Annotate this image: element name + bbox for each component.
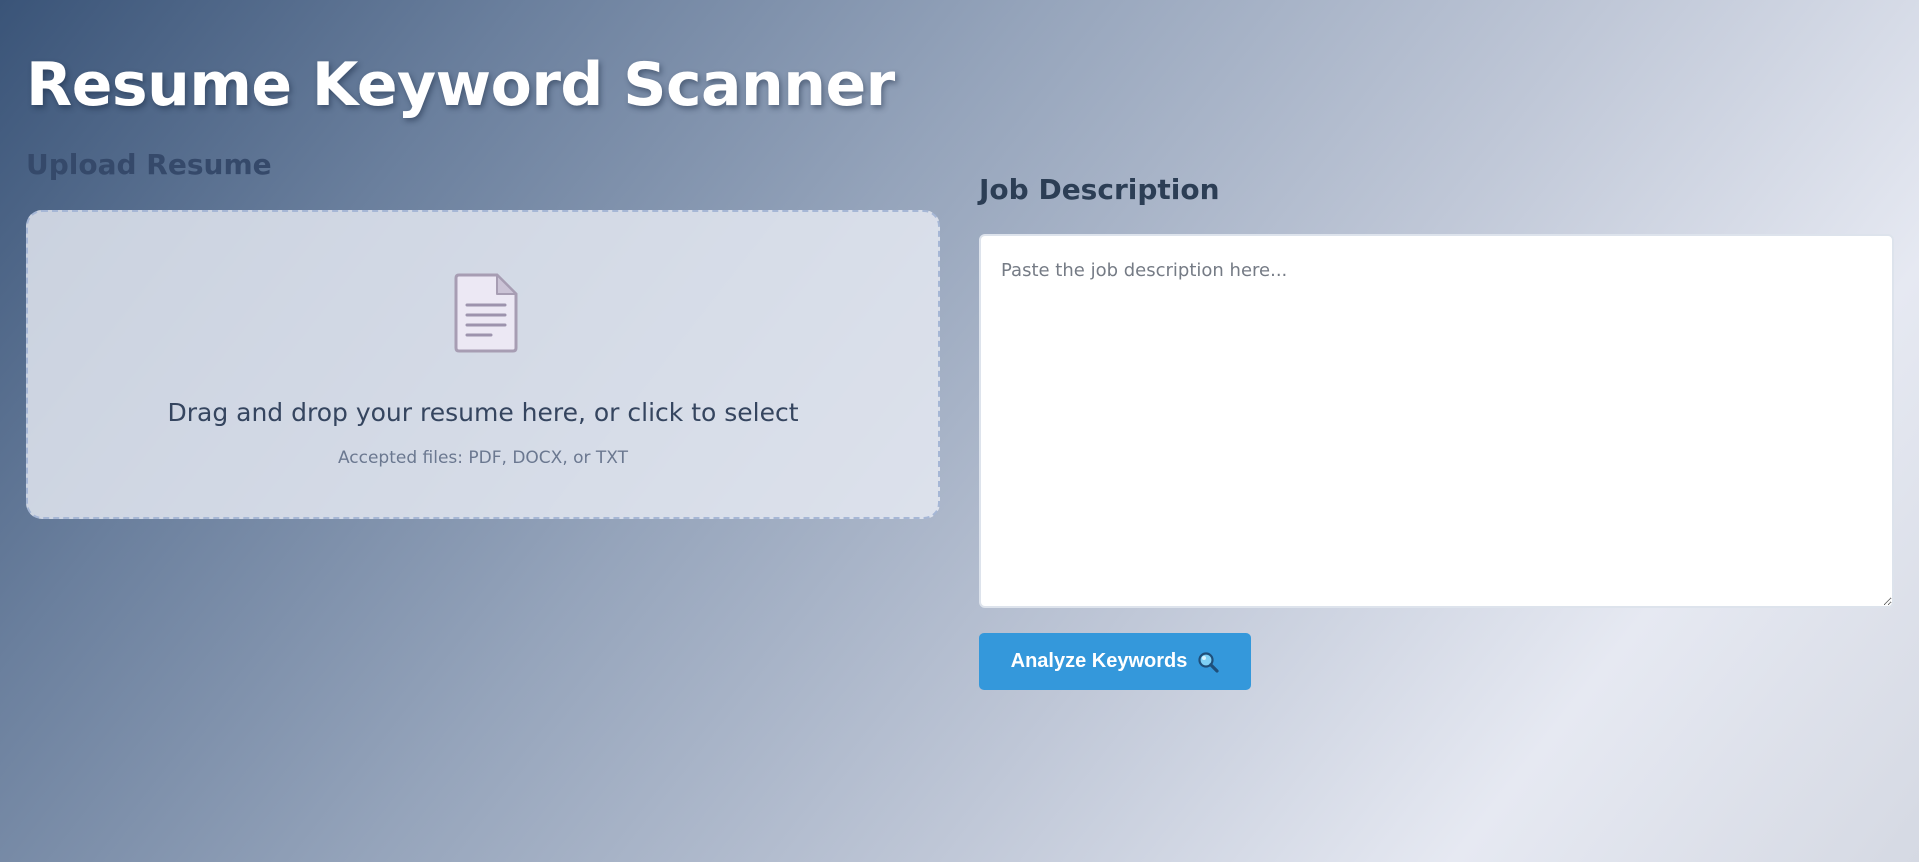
search-icon — [1197, 651, 1219, 673]
job-description-heading: Job Description — [979, 173, 1220, 206]
resume-dropzone[interactable]: Drag and drop your resume here, or click… — [26, 210, 940, 519]
document-icon — [453, 272, 519, 354]
page-title: Resume Keyword Scanner — [26, 50, 895, 120]
accepted-file-types: Accepted files: PDF, DOCX, or TXT — [337, 448, 629, 468]
analyze-keywords-button[interactable]: Analyze Keywords — [979, 633, 1251, 690]
dropzone-instructions: Drag and drop your resume here, or click… — [167, 398, 799, 427]
analyze-button-label: Analyze Keywords — [1010, 650, 1188, 672]
job-description-input[interactable] — [979, 234, 1894, 608]
upload-resume-heading: Upload Resume — [26, 148, 272, 181]
